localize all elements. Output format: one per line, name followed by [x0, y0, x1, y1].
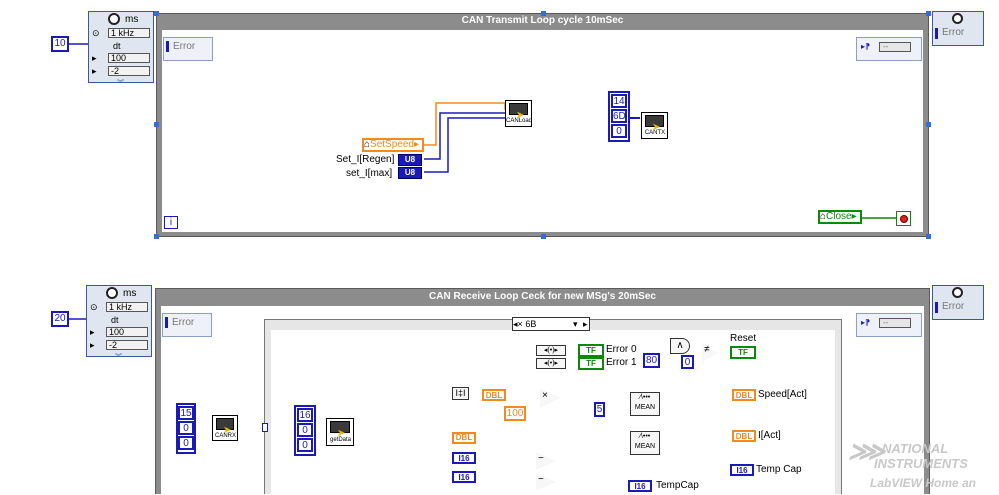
can-id-const[interactable]: 14: [611, 94, 627, 108]
canrx-subvi[interactable]: ➤ CANRX: [212, 415, 238, 441]
mean-a-icon: ⁄\•••: [639, 394, 651, 401]
mean-a-label: MEAN: [634, 404, 656, 411]
loop2-right-value: --: [879, 318, 911, 328]
to-dbl-node-a[interactable]: DBL: [482, 389, 506, 401]
dropdown-icon[interactable]: ▾: [573, 318, 578, 330]
getdata-cluster-constant[interactable]: 16 0 0: [294, 405, 316, 456]
loop2-left-error-node[interactable]: Error: [162, 313, 212, 337]
can-flag-const[interactable]: 0: [611, 124, 627, 138]
loop2-period-constant[interactable]: 20: [51, 311, 69, 327]
loop2-units: ms: [123, 288, 137, 299]
stop-terminal[interactable]: [896, 211, 911, 226]
mean-node-a[interactable]: ⁄\••• MEAN: [630, 392, 660, 416]
getdata-label: getData: [329, 437, 351, 443]
subtract-b-icon: −: [538, 474, 544, 485]
error0-indicator[interactable]: TF: [578, 344, 604, 357]
can-message-constant[interactable]: 14 6D 0: [608, 91, 630, 142]
canload-subvi[interactable]: ➤ CANLoad: [505, 100, 532, 127]
loop2-right-node[interactable]: ▸⁋ --: [856, 313, 922, 337]
ni-line1: NATIONAL: [882, 441, 949, 456]
rx-flag-const[interactable]: 0: [178, 436, 194, 450]
clock-icon: [952, 287, 963, 298]
clock-icon: [106, 287, 118, 299]
to-boolean-node-0[interactable]: ◂(•)▸: [536, 345, 566, 356]
error1-label: Error 1: [606, 357, 637, 368]
multiply-icon: ×: [542, 390, 548, 401]
rx-cluster-constant[interactable]: 15 0 0: [176, 403, 196, 454]
i-act-label: I[Act]: [758, 430, 781, 441]
loop2-title: CAN Receive Loop Ceck for new MSg's 20mS…: [429, 291, 656, 302]
loop2-output-error: Error: [942, 301, 965, 312]
source-row: ⊙: [90, 302, 98, 312]
tempcap-label: TempCap: [656, 480, 699, 491]
loop2-left-error-label: Error: [172, 317, 195, 328]
i-act-indicator[interactable]: DBL: [732, 430, 756, 442]
mean-node-b[interactable]: ⁄\••• MEAN: [630, 431, 660, 455]
cantx-subvi[interactable]: ➤ CANTX: [641, 112, 668, 139]
error1-indicator[interactable]: TF: [578, 357, 604, 370]
speed-act-indicator[interactable]: DBL: [732, 389, 756, 401]
set-i-regen-u8[interactable]: U8: [398, 154, 422, 166]
priority-icon: ▸: [90, 327, 95, 337]
const-100[interactable]: 100: [504, 406, 526, 421]
to-boolean-node-1[interactable]: ◂(•)▸: [536, 358, 566, 369]
canrx-label: CANRX: [214, 433, 236, 439]
case-tunnel: [262, 423, 268, 432]
const-80[interactable]: 80: [643, 353, 660, 368]
to-dbl-node-b[interactable]: DBL: [452, 432, 476, 444]
ni-line2: INSTRUMENTS: [874, 456, 968, 471]
not-equal-icon: ≠: [704, 344, 710, 355]
stop-icon: [900, 215, 908, 223]
temp-cap-label: Temp Cap: [756, 464, 802, 475]
shift-icon: ▸⁋: [861, 318, 871, 327]
to-i16-node-a[interactable]: I16: [452, 452, 476, 464]
can-data-const[interactable]: 6D: [611, 109, 627, 123]
processor-icon: ▸: [90, 340, 95, 350]
chevron-down-icon: ︾: [115, 354, 122, 361]
case-x-icon: ×: [517, 319, 523, 329]
reset-label: Reset: [730, 333, 757, 344]
temp-cap-indicator[interactable]: I16: [730, 464, 754, 476]
const-0[interactable]: 0: [681, 355, 694, 369]
loop2-input-node[interactable]: ms ⊙ 1 kHz dt ▸ 100 ▸ -2 ︾: [86, 285, 152, 361]
subtract-a-icon: −: [538, 453, 544, 464]
set-i-regen-label: Set_I[Regen]: [336, 154, 395, 165]
ni-line3: LabVIEW Home an: [870, 476, 977, 490]
close-local-variable[interactable]: ⌂Close▸: [818, 210, 862, 224]
set-i-max-label: set_I[max]: [346, 168, 393, 179]
speed-act-label: Speed[Act]: [758, 389, 807, 400]
case-selector-value: 6B: [525, 319, 537, 329]
loop2-output-node[interactable]: Error: [932, 285, 984, 320]
loop2-dt: dt: [111, 315, 119, 325]
rx-data-const[interactable]: 0: [178, 421, 194, 435]
ni-watermark: ⋙ NATIONAL INSTRUMENTS LabVIEW Home an: [846, 438, 999, 494]
to-i16-node-b[interactable]: I16: [452, 471, 476, 483]
getdata-subvi[interactable]: ➤ getData: [326, 418, 354, 446]
const-5[interactable]: 5: [594, 402, 605, 417]
getdata-flag-const[interactable]: 0: [297, 438, 313, 452]
mean-b-icon: ⁄\•••: [639, 433, 651, 440]
setspeed-local-variable[interactable]: ⌂SetSpeed▸: [362, 138, 424, 152]
and-gate[interactable]: ∧: [670, 338, 690, 354]
type-cast-node[interactable]: I‡I: [452, 387, 469, 400]
canload-label: CANLoad: [506, 118, 533, 124]
increment-arrow-icon[interactable]: ▸: [583, 318, 588, 330]
reset-indicator[interactable]: TF: [730, 346, 756, 359]
tempcap-indicator[interactable]: I16: [628, 480, 652, 492]
mean-b-label: MEAN: [634, 443, 656, 450]
rx-id-const[interactable]: 15: [178, 406, 194, 420]
case-selector[interactable]: ◂× 6B ▾ ▸: [512, 317, 590, 331]
loop2-processor[interactable]: -2: [106, 340, 148, 350]
set-i-max-u8[interactable]: U8: [398, 167, 422, 179]
loop1-iteration-terminal[interactable]: i: [164, 216, 178, 229]
getdata-id-const[interactable]: 16: [297, 408, 313, 422]
error0-label: Error 0: [606, 344, 637, 355]
cantx-label: CANTX: [644, 130, 666, 136]
loop2-priority[interactable]: 100: [106, 327, 148, 337]
getdata-data-const[interactable]: 0: [297, 423, 313, 437]
loop2-source[interactable]: 1 kHz: [106, 302, 148, 312]
